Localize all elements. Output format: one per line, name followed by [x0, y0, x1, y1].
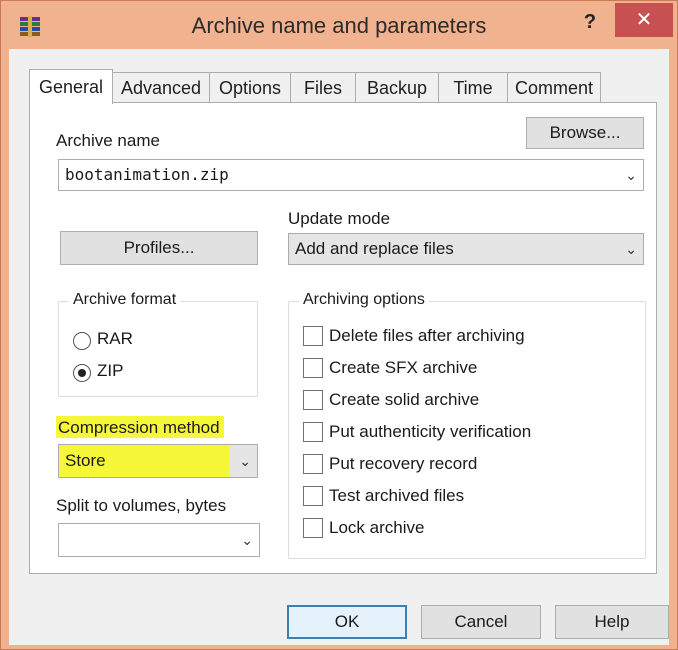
- chevron-down-icon[interactable]: ⌄: [625, 160, 637, 190]
- tab-time[interactable]: Time: [438, 72, 508, 103]
- compression-method-select[interactable]: Store ⌄: [58, 444, 258, 478]
- compression-method-label: Compression method: [58, 418, 220, 437]
- split-volumes-combo[interactable]: ⌄: [58, 523, 260, 557]
- checkbox-delete-files-label: Delete files after archiving: [329, 326, 525, 345]
- update-mode-value: Add and replace files: [295, 239, 454, 258]
- profiles-button[interactable]: Profiles...: [60, 231, 258, 265]
- chevron-down-icon[interactable]: ⌄: [625, 234, 637, 264]
- checkbox-create-solid[interactable]: [303, 390, 323, 410]
- general-tab-panel: Archive name Browse... bootanimation.zip…: [29, 102, 657, 574]
- archive-format-title: Archive format: [69, 291, 181, 309]
- checkbox-create-solid-label: Create solid archive: [329, 390, 480, 409]
- update-mode-select[interactable]: Add and replace files ⌄: [288, 233, 644, 265]
- radio-rar[interactable]: [73, 332, 91, 350]
- radio-zip-label: ZIP: [97, 361, 124, 380]
- close-button[interactable]: ✕: [615, 3, 673, 37]
- tab-comment[interactable]: Comment: [507, 72, 601, 103]
- archive-format-group: Archive format RAR ZIP: [58, 291, 258, 397]
- checkbox-test-files[interactable]: [303, 486, 323, 506]
- title-bar[interactable]: Archive name and parameters ? ✕: [1, 1, 677, 49]
- tab-advanced[interactable]: Advanced: [112, 72, 210, 103]
- dialog-client-area: General Advanced Options Files Backup Ti…: [9, 49, 669, 645]
- chevron-down-icon[interactable]: ⌄: [239, 445, 251, 477]
- checkbox-authenticity-label: Put authenticity verification: [329, 422, 532, 441]
- tab-options[interactable]: Options: [209, 72, 291, 103]
- checkbox-lock-archive-label: Lock archive: [329, 518, 425, 537]
- checkbox-lock-archive[interactable]: [303, 518, 323, 538]
- checkbox-test-files-label: Test archived files: [329, 486, 465, 505]
- update-mode-label: Update mode: [288, 209, 391, 228]
- archive-name-value: bootanimation.zip: [65, 165, 229, 184]
- checkbox-authenticity[interactable]: [303, 422, 323, 442]
- chevron-down-icon[interactable]: ⌄: [241, 524, 253, 556]
- browse-button[interactable]: Browse...: [526, 117, 644, 149]
- checkbox-recovery-record[interactable]: [303, 454, 323, 474]
- compression-method-value: Store: [65, 451, 106, 470]
- checkbox-create-sfx[interactable]: [303, 358, 323, 378]
- checkbox-recovery-record-label: Put recovery record: [329, 454, 478, 473]
- radio-rar-label: RAR: [97, 329, 133, 348]
- dialog-window: Archive name and parameters ? ✕ General …: [0, 0, 678, 650]
- archive-name-label: Archive name: [56, 131, 160, 150]
- split-volumes-label: Split to volumes, bytes: [56, 496, 227, 515]
- checkbox-delete-files[interactable]: [303, 326, 323, 346]
- archive-name-combo[interactable]: bootanimation.zip ⌄: [58, 159, 644, 191]
- tab-files[interactable]: Files: [290, 72, 356, 103]
- title-help-button[interactable]: ?: [569, 7, 611, 37]
- help-button[interactable]: Help: [555, 605, 669, 639]
- archiving-options-title: Archiving options: [299, 291, 429, 309]
- archiving-options-group: Archiving options Delete files after arc…: [288, 291, 646, 559]
- tab-backup[interactable]: Backup: [355, 72, 439, 103]
- checkbox-create-sfx-label: Create SFX archive: [329, 358, 478, 377]
- tab-general[interactable]: General: [29, 69, 113, 104]
- ok-button[interactable]: OK: [287, 605, 407, 639]
- radio-zip[interactable]: [73, 364, 91, 382]
- cancel-button[interactable]: Cancel: [421, 605, 541, 639]
